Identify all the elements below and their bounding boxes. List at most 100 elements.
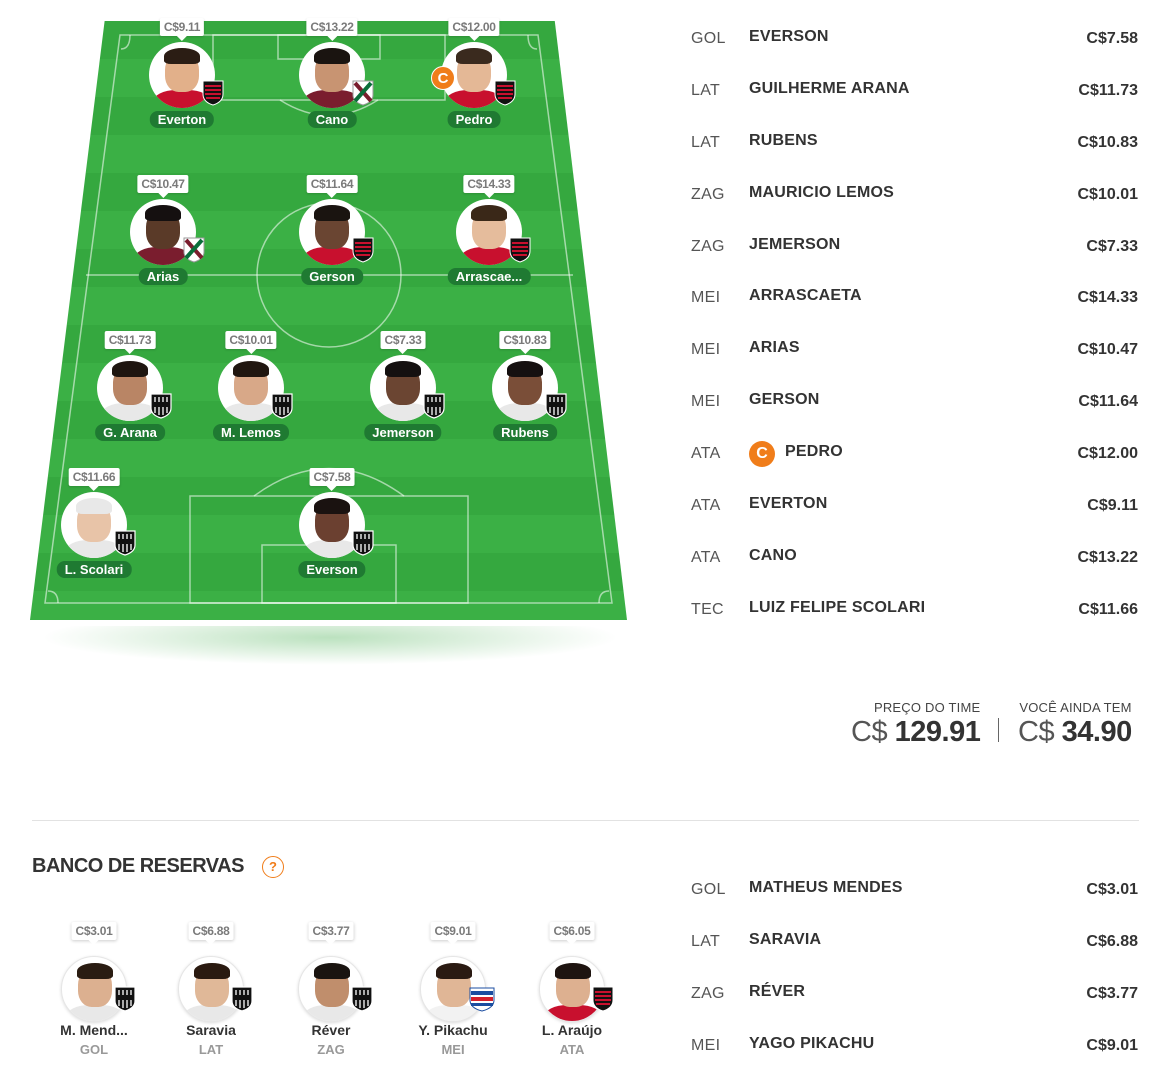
position-label: ZAG xyxy=(691,984,725,1002)
position-label: MEI xyxy=(691,1036,721,1054)
player-price: C$10.01 xyxy=(1077,185,1139,203)
bench-row[interactable]: MEI YAGO PIKACHU C$9.01 xyxy=(690,1029,1138,1073)
hair-shape xyxy=(76,498,112,514)
hair-shape xyxy=(314,48,350,64)
section-divider xyxy=(32,820,1139,821)
player-name: LUIZ FELIPE SCOLARI xyxy=(749,598,926,616)
player-price: C$3.77 xyxy=(1086,984,1138,1002)
position-label: LAT xyxy=(691,81,721,99)
team-price-number: 129.91 xyxy=(894,716,981,748)
player-name-pill: Jemerson xyxy=(364,424,442,441)
field-player-everton[interactable]: C$9.11 Everton xyxy=(122,18,242,138)
hair-shape xyxy=(164,48,200,64)
position-label: MEI xyxy=(691,341,721,359)
field-player-rubens[interactable]: C$10.83 Rubens xyxy=(465,331,585,451)
remaining-value: C$ 34.90 xyxy=(1018,716,1132,749)
bench-player-position: GOL xyxy=(79,1042,109,1057)
help-icon[interactable]: ? xyxy=(262,856,284,878)
lineup-row[interactable]: LAT GUILHERME ARANA C$11.73 xyxy=(690,74,1138,126)
field-player-scolari[interactable]: C$11.66 L. Scolari xyxy=(34,468,154,588)
club-badge-icon xyxy=(592,986,614,1012)
lineup-row[interactable]: ATA EVERTON C$9.11 xyxy=(690,489,1138,541)
price-tag: C$6.88 xyxy=(188,922,234,945)
bench-player[interactable]: C$3.77 Réver ZAG xyxy=(276,922,386,1062)
bench-player[interactable]: C$3.01 M. Mend... GOL xyxy=(39,922,149,1062)
lineup-row[interactable]: GOL EVERSON C$7.58 xyxy=(690,22,1138,74)
club-badge-icon xyxy=(469,986,495,1012)
price-tag: C$7.58 xyxy=(309,468,355,491)
field-player-mlemos[interactable]: C$10.01 M. Lemos xyxy=(191,331,311,451)
bench-list: GOL MATHEUS MENDES C$3.01 LAT SARAVIA C$6.88 Z… xyxy=(690,873,1138,1073)
lineup-row[interactable]: MEI GERSON C$11.64 xyxy=(690,385,1138,437)
bench-row[interactable]: ZAG RÉVER C$3.77 xyxy=(690,977,1138,1029)
lineup-list: GOL EVERSON C$7.58 LAT GUILHERME ARANA C$11.7… xyxy=(690,22,1138,645)
field-player-cano[interactable]: C$13.22 Cano xyxy=(272,18,392,138)
hair-shape xyxy=(314,963,350,979)
lineup-row[interactable]: MEI ARRASCAETA C$14.33 xyxy=(690,281,1138,333)
bench-title: BANCO DE RESERVAS xyxy=(32,855,244,877)
bench-player-name: Y. Pikachu xyxy=(418,1022,488,1038)
club-badge-icon xyxy=(509,237,531,263)
player-name: YAGO PIKACHU xyxy=(749,1034,875,1052)
position-label: GOL xyxy=(691,30,726,47)
player-name: EVERTON xyxy=(749,495,828,513)
field-player-everson[interactable]: C$7.58 Everson xyxy=(272,468,392,588)
position-label: ATA xyxy=(691,548,721,566)
player-price: C$9.01 xyxy=(1086,1036,1138,1054)
hair-shape xyxy=(112,361,148,377)
lineup-row[interactable]: ZAG MAURICIO LEMOS C$10.01 xyxy=(690,178,1138,230)
player-price: C$14.33 xyxy=(1077,289,1139,307)
position-label: ZAG xyxy=(691,237,725,255)
remaining-currency: C$ xyxy=(1018,716,1055,748)
club-badge-icon xyxy=(545,393,567,419)
position-label: TEC xyxy=(691,600,724,618)
hair-shape xyxy=(233,361,269,377)
price-tag: C$13.22 xyxy=(306,18,358,41)
player-price: C$6.88 xyxy=(1086,932,1138,950)
hair-shape xyxy=(77,963,113,979)
lineup-row[interactable]: ZAG JEMERSON C$7.33 xyxy=(690,230,1138,282)
player-name: PEDRO xyxy=(785,443,843,461)
bench-player[interactable]: C$9.01 Y. Pikachu MEI xyxy=(398,922,508,1062)
field-player-arrascaeta[interactable]: C$14.33 Arrascae... xyxy=(429,175,549,295)
lineup-row[interactable]: MEI ARIAS C$10.47 xyxy=(690,333,1138,385)
remaining-block: VOCÊ AINDA TEM C$ 34.90 xyxy=(1018,700,1132,749)
bench-row[interactable]: LAT SARAVIA C$6.88 xyxy=(690,925,1138,977)
lineup-row[interactable]: ATA C PEDRO C$12.00 xyxy=(690,437,1138,489)
lineup-row[interactable]: ATA CANO C$13.22 xyxy=(690,541,1138,593)
bench-player[interactable]: C$6.88 Saravia LAT xyxy=(156,922,266,1062)
price-tag: C$10.47 xyxy=(137,175,189,198)
bench-row[interactable]: GOL MATHEUS MENDES C$3.01 xyxy=(690,873,1138,925)
field-player-pedro[interactable]: C$12.00 Pedro C xyxy=(414,18,534,138)
bench-player-name: Réver xyxy=(311,1022,351,1038)
bench-player-position: ATA xyxy=(559,1042,585,1057)
player-price: C$7.58 xyxy=(1086,30,1138,47)
field-player-gerson[interactable]: C$11.64 Gerson xyxy=(272,175,392,295)
club-badge-icon xyxy=(114,986,136,1012)
player-price: C$10.83 xyxy=(1077,133,1139,151)
field-player-arias[interactable]: C$10.47 Arias xyxy=(103,175,223,295)
club-badge-icon xyxy=(231,986,253,1012)
player-name-pill: Gerson xyxy=(301,268,363,285)
price-tag: C$3.01 xyxy=(71,922,117,945)
hair-shape xyxy=(456,48,492,64)
player-price: C$13.22 xyxy=(1077,548,1139,566)
field-player-jemerson[interactable]: C$7.33 Jemerson xyxy=(343,331,463,451)
hair-shape xyxy=(145,205,181,221)
club-badge-icon xyxy=(494,80,516,106)
bench-player[interactable]: C$6.05 L. Araújo ATA xyxy=(517,922,627,1062)
price-tag: C$9.01 xyxy=(430,922,476,945)
player-name: EVERSON xyxy=(749,28,829,45)
club-badge-icon xyxy=(202,80,224,106)
lineup-row[interactable]: LAT RUBENS C$10.83 xyxy=(690,126,1138,178)
player-name: MAURICIO LEMOS xyxy=(749,183,895,201)
hair-shape xyxy=(436,963,472,979)
field-player-garana[interactable]: C$11.73 G. Arana xyxy=(70,331,190,451)
team-price-label: PREÇO DO TIME xyxy=(873,700,981,715)
hair-shape xyxy=(471,205,507,221)
lineup-row[interactable]: TEC LUIZ FELIPE SCOLARI C$11.66 xyxy=(690,593,1138,645)
position-label: ATA xyxy=(691,497,721,515)
club-badge-icon xyxy=(271,393,293,419)
player-price: C$11.66 xyxy=(1078,600,1138,618)
club-badge-icon xyxy=(114,530,136,556)
